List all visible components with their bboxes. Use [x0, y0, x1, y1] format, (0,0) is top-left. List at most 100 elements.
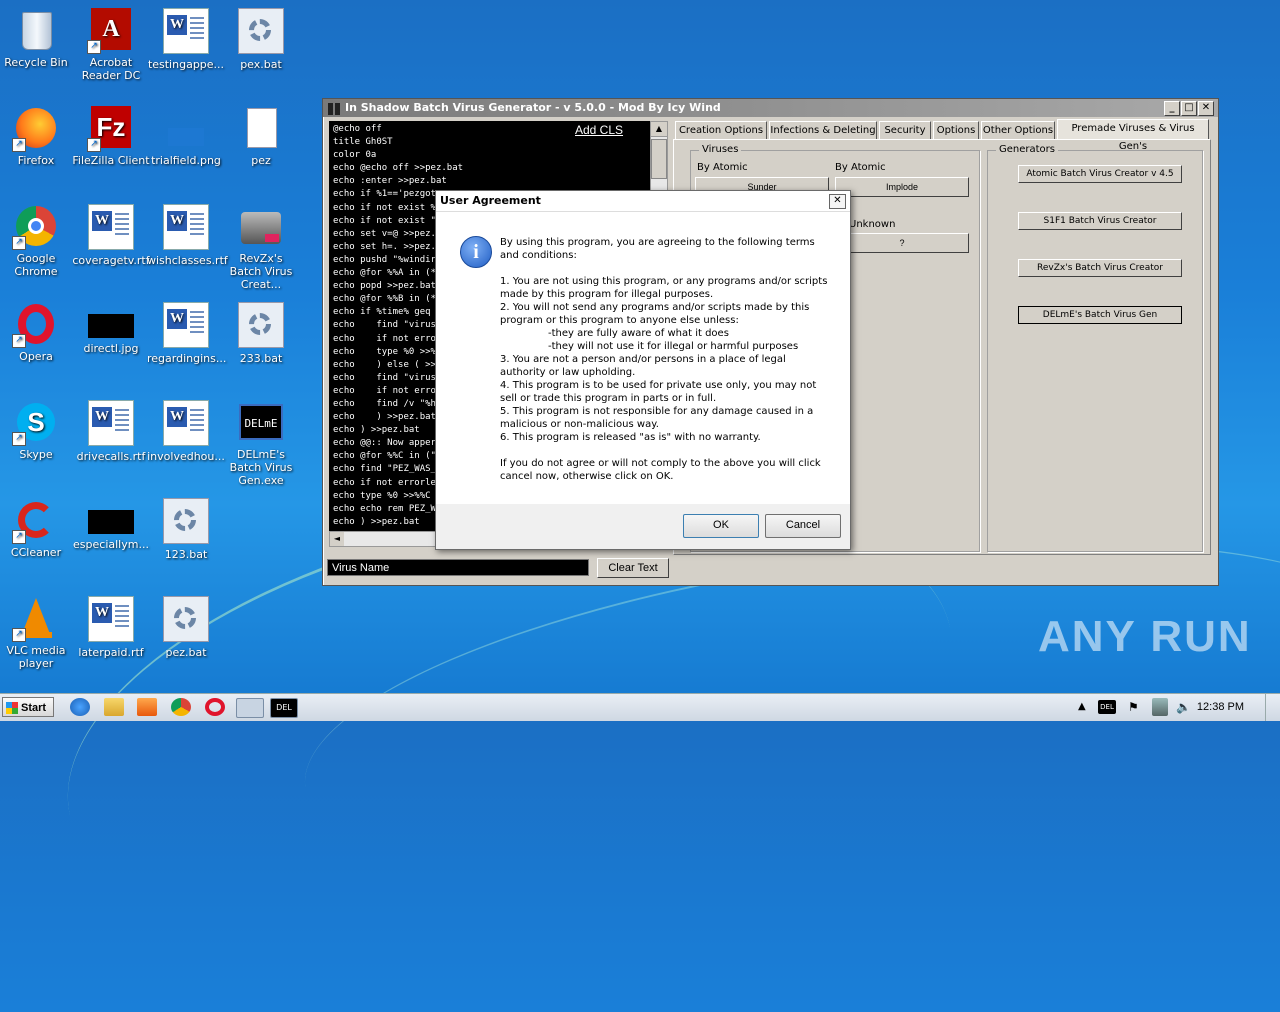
desktop-icon-testingappe[interactable]: W testingappe...	[147, 8, 225, 71]
icon-label: DELmE's Batch Virus Gen.exe	[229, 448, 293, 487]
agreement-line: -they will not use it for illegal or har…	[548, 341, 799, 352]
icon-label: drivecalls.rtf	[76, 450, 146, 463]
batch-file-gear-icon	[163, 498, 209, 544]
chrome-icon: ↗	[12, 204, 58, 250]
tab-premade-viruses[interactable]: Premade Viruses & Virus Gen's	[1057, 119, 1209, 152]
clear-text-button[interactable]: Clear Text	[597, 558, 669, 578]
desktop-icon-drivecalls[interactable]: W drivecalls.rtf	[72, 400, 150, 463]
flag-icon[interactable]: ⚑	[1128, 698, 1144, 716]
desktop-icon-acrobat[interactable]: A ↗ Acrobat Reader DC	[72, 8, 150, 82]
window-titlebar[interactable]: In Shadow Batch Virus Generator - v 5.0.…	[323, 99, 1218, 117]
media-player-icon[interactable]	[137, 698, 157, 716]
scroll-thumb[interactable]	[651, 139, 667, 179]
taskbar-virus-generator-icon[interactable]	[236, 698, 264, 718]
file-explorer-icon[interactable]	[104, 698, 124, 716]
desktop-icon-involvedhou[interactable]: W involvedhou...	[147, 400, 225, 463]
code-line: echo @echo off >>pez.bat	[333, 163, 464, 174]
desktop-icon-revzx[interactable]: RevZx's Batch Virus Creat...	[222, 204, 300, 291]
author-label: Unknown	[849, 219, 896, 230]
scroll-up-icon[interactable]: ▲	[651, 122, 667, 137]
start-button[interactable]: Start	[2, 697, 54, 717]
word-document-icon: W	[163, 8, 209, 54]
desktop-icon-pez-bat[interactable]: pez.bat	[147, 596, 225, 659]
scroll-left-icon[interactable]: ◄	[330, 532, 344, 546]
acrobat-icon: A ↗	[87, 8, 133, 54]
icon-label: 123.bat	[164, 548, 208, 561]
cancel-button[interactable]: Cancel	[765, 514, 841, 538]
minimize-button[interactable]: _	[1164, 101, 1180, 116]
windows-flag-icon	[6, 702, 18, 714]
ccleaner-icon: ↗	[12, 498, 58, 544]
tab-security[interactable]: Security	[879, 121, 931, 139]
desktop-icon-ccleaner[interactable]: ↗ CCleaner	[0, 498, 75, 559]
desktop-icon-laterpaid[interactable]: W laterpaid.rtf	[72, 596, 150, 659]
chrome-icon[interactable]	[171, 698, 191, 716]
desktop-icon-recycle-bin[interactable]: Recycle Bin	[0, 8, 75, 69]
unknown-virus-button[interactable]: ?	[835, 233, 969, 253]
tab-other-options[interactable]: Other Options	[981, 121, 1055, 139]
desktop-icon-delme-exe[interactable]: DELmE DELmE's Batch Virus Gen.exe	[222, 400, 300, 487]
desktop-icon-chrome[interactable]: ↗ Google Chrome	[0, 204, 75, 278]
tray-delme-icon[interactable]: DEL	[1098, 700, 1116, 714]
blank-file-icon	[239, 106, 283, 150]
code-line: echo :enter >>pez.bat	[333, 176, 447, 187]
image-thumbnail-icon	[88, 510, 134, 534]
word-document-icon: W	[163, 204, 209, 250]
desktop-icon-pex-bat[interactable]: pex.bat	[222, 8, 300, 71]
volume-icon[interactable]: 🔈	[1176, 698, 1192, 716]
word-document-icon: W	[163, 400, 209, 446]
icon-label: pez.bat	[165, 646, 207, 659]
desktop-icon-123-bat[interactable]: 123.bat	[147, 498, 225, 561]
agreement-line: -they are fully aware of what it does	[548, 328, 729, 339]
desktop-icon-pez[interactable]: pez	[222, 106, 300, 167]
image-thumbnail-icon	[88, 314, 134, 338]
agreement-line: 5. This program is not responsible for a…	[500, 406, 814, 430]
network-icon[interactable]	[1152, 698, 1168, 716]
dialog-body: i By using this program, you are agreein…	[436, 212, 850, 504]
delme-generator-button[interactable]: DELmE's Batch Virus Gen	[1018, 306, 1182, 324]
desktop-icon-regardingins[interactable]: W regardingins...	[147, 302, 226, 365]
taskbar-delme-icon[interactable]: DEL	[270, 698, 298, 718]
tab-options[interactable]: Options	[933, 121, 979, 139]
delme-app-icon: DELmE	[239, 400, 283, 444]
s1f1-generator-button[interactable]: S1F1 Batch Virus Creator	[1018, 212, 1182, 230]
agreement-line: 3. You are not a person and/or persons i…	[500, 354, 786, 378]
close-button[interactable]: ✕	[1198, 101, 1214, 116]
tab-creation-options[interactable]: Creation Options	[675, 121, 767, 139]
desktop-icon-filezilla[interactable]: Fz ↗ FileZilla Client	[72, 106, 150, 167]
show-hidden-icons-icon[interactable]: ▲	[1078, 698, 1092, 716]
filezilla-icon: Fz ↗	[87, 106, 133, 152]
atomic-generator-button[interactable]: Atomic Batch Virus Creator v 4.5	[1018, 165, 1182, 183]
internet-explorer-icon[interactable]	[70, 698, 90, 716]
icon-label: wishclasses.rtf	[147, 254, 228, 267]
delme-icon-text: DELmE	[239, 404, 283, 440]
icon-label: RevZx's Batch Virus Creat...	[229, 252, 293, 291]
agreement-line: If you do not agree or will not comply t…	[500, 458, 821, 482]
desktop-icon-opera[interactable]: ↗ Opera	[0, 302, 75, 363]
virus-name-input[interactable]: Virus Name	[327, 559, 589, 576]
ok-button[interactable]: OK	[683, 514, 759, 538]
dialog-close-button[interactable]: ✕	[829, 194, 846, 209]
implode-button[interactable]: Implode	[835, 177, 969, 197]
maximize-button[interactable]: □	[1181, 101, 1197, 116]
revzx-generator-button[interactable]: RevZx's Batch Virus Creator	[1018, 259, 1182, 277]
desktop-icon-coveragetv[interactable]: W coveragetv.rtf	[72, 204, 150, 267]
opera-icon[interactable]	[205, 698, 225, 716]
vlc-cone-icon: ↗	[12, 596, 58, 642]
desktop-icon-directl[interactable]: directl.jpg	[72, 302, 150, 355]
agreement-line: 1. You are not using this program, or an…	[500, 276, 828, 300]
batch-file-gear-icon	[238, 8, 284, 54]
desktop-icon-233-bat[interactable]: 233.bat	[222, 302, 300, 365]
app-bottles-icon	[327, 101, 341, 115]
add-cls-link[interactable]: Add CLS	[575, 123, 623, 137]
desktop-icon-especiallym[interactable]: especiallym...	[72, 498, 150, 551]
desktop-icon-firefox[interactable]: ↗ Firefox	[0, 106, 75, 167]
desktop-icon-trialfield[interactable]: trialfield.png	[147, 106, 225, 167]
desktop-icon-skype[interactable]: S ↗ Skype	[0, 400, 75, 461]
desktop-icon-vlc[interactable]: ↗ VLC media player	[0, 596, 75, 670]
show-desktop-button[interactable]	[1265, 694, 1280, 721]
code-line: title Gh0ST	[333, 137, 393, 148]
tab-infections-deleting[interactable]: Infections & Deleting	[769, 121, 877, 139]
clock[interactable]: 12:38 PM	[1197, 701, 1244, 713]
desktop-icon-wishclasses[interactable]: W wishclasses.rtf	[147, 204, 228, 267]
